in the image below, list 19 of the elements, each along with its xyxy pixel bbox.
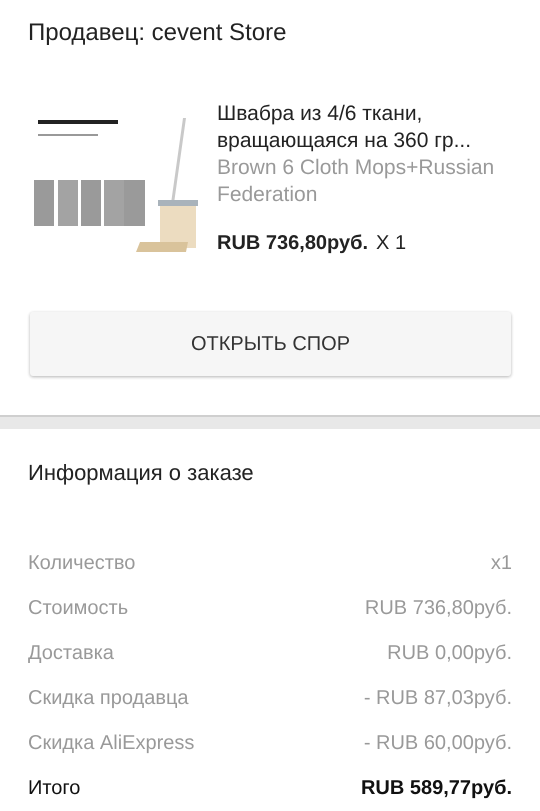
product-title[interactable]: Швабра из 4/6 ткани, вращающаяся на 360 гр... xyxy=(217,100,512,154)
row-value: RUB 736,80руб. xyxy=(364,597,512,620)
row-label: Количество xyxy=(28,552,136,575)
row-value: RUB 0,00руб. xyxy=(387,642,512,665)
product-quantity: X 1 xyxy=(376,232,406,255)
row-value: RUB 589,77руб. xyxy=(360,777,512,800)
open-dispute-button[interactable]: ОТКРЫТЬ СПОР xyxy=(30,312,511,376)
row-label: Скидка продавца xyxy=(28,687,189,710)
seller-name: Продавец: cevent Store xyxy=(28,18,288,48)
row-value: - RUB 87,03руб. xyxy=(364,687,512,710)
row-value: - RUB 60,00руб. xyxy=(364,732,512,755)
product-variant: Brown 6 Cloth Mops+Russian Federation xyxy=(217,155,496,208)
row-value: x1 xyxy=(490,552,512,575)
row-label: Скидка AliExpress xyxy=(28,732,194,755)
row-label: Стоимость xyxy=(28,597,128,620)
order-info-title: Информация о заказе xyxy=(28,459,255,487)
row-label: Итого xyxy=(28,777,80,800)
row-label: Доставка xyxy=(28,642,114,665)
product-price: RUB 736,80руб. xyxy=(217,232,368,255)
